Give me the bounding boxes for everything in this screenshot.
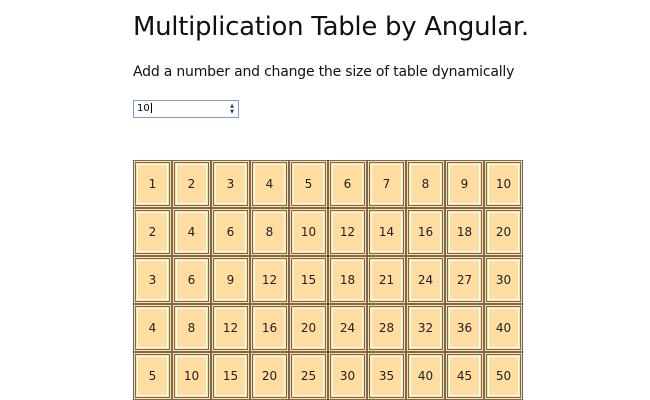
table-cell: 24 — [406, 256, 445, 304]
table-cell: 20 — [484, 208, 523, 256]
table-cell: 16 — [406, 208, 445, 256]
table-cell: 5 — [289, 160, 328, 208]
table-cell: 6 — [211, 208, 250, 256]
table-cell: 20 — [250, 352, 289, 400]
number-spinner[interactable]: ▲ ▼ — [226, 101, 238, 117]
table-cell: 14 — [367, 208, 406, 256]
table-cell: 35 — [367, 352, 406, 400]
multiplication-table: 1 2 3 4 5 6 7 8 9 10 2 4 6 8 10 12 14 16 18 20 3 6 9 12 15 18 21 24… — [133, 160, 523, 400]
table-cell: 2 — [133, 208, 172, 256]
page: Multiplication Table by Angular. Add a n… — [0, 0, 650, 400]
table-cell: 6 — [328, 160, 367, 208]
table-cell: 4 — [172, 208, 211, 256]
table-cell: 7 — [367, 160, 406, 208]
table-cell: 4 — [250, 160, 289, 208]
table-cell: 21 — [367, 256, 406, 304]
table-cell: 27 — [445, 256, 484, 304]
table-cell: 2 — [172, 160, 211, 208]
table-cell: 24 — [328, 304, 367, 352]
table-cell: 9 — [211, 256, 250, 304]
table-cell: 3 — [211, 160, 250, 208]
table-cell: 4 — [133, 304, 172, 352]
table-cell: 45 — [445, 352, 484, 400]
table-cell: 9 — [445, 160, 484, 208]
table-cell: 8 — [406, 160, 445, 208]
table-size-input[interactable]: 10 ▲ ▼ — [133, 100, 239, 118]
table-size-text: 10 — [137, 103, 150, 114]
table-cell: 12 — [250, 256, 289, 304]
table-cell: 15 — [211, 352, 250, 400]
table-cell: 12 — [328, 208, 367, 256]
table-cell: 8 — [172, 304, 211, 352]
table-cell: 10 — [172, 352, 211, 400]
table-cell: 40 — [406, 352, 445, 400]
table-cell: 15 — [289, 256, 328, 304]
table-cell: 10 — [484, 160, 523, 208]
page-title: Multiplication Table by Angular. — [133, 12, 529, 42]
table-cell: 6 — [172, 256, 211, 304]
table-cell: 16 — [250, 304, 289, 352]
table-cell: 50 — [484, 352, 523, 400]
table-cell: 5 — [133, 352, 172, 400]
table-cell: 25 — [289, 352, 328, 400]
table-cell: 32 — [406, 304, 445, 352]
spinner-down-icon[interactable]: ▼ — [230, 109, 234, 115]
table-cell: 28 — [367, 304, 406, 352]
table-cell: 18 — [328, 256, 367, 304]
table-cell: 12 — [211, 304, 250, 352]
page-subtitle: Add a number and change the size of tabl… — [133, 64, 515, 80]
table-size-value[interactable]: 10 — [134, 101, 226, 117]
table-cell: 20 — [289, 304, 328, 352]
table-cell: 1 — [133, 160, 172, 208]
text-caret — [150, 103, 152, 113]
table-cell: 40 — [484, 304, 523, 352]
table-cell: 30 — [484, 256, 523, 304]
table-cell: 36 — [445, 304, 484, 352]
table-cell: 30 — [328, 352, 367, 400]
table-cell: 10 — [289, 208, 328, 256]
table-cell: 18 — [445, 208, 484, 256]
table-cell: 8 — [250, 208, 289, 256]
table-cell: 3 — [133, 256, 172, 304]
